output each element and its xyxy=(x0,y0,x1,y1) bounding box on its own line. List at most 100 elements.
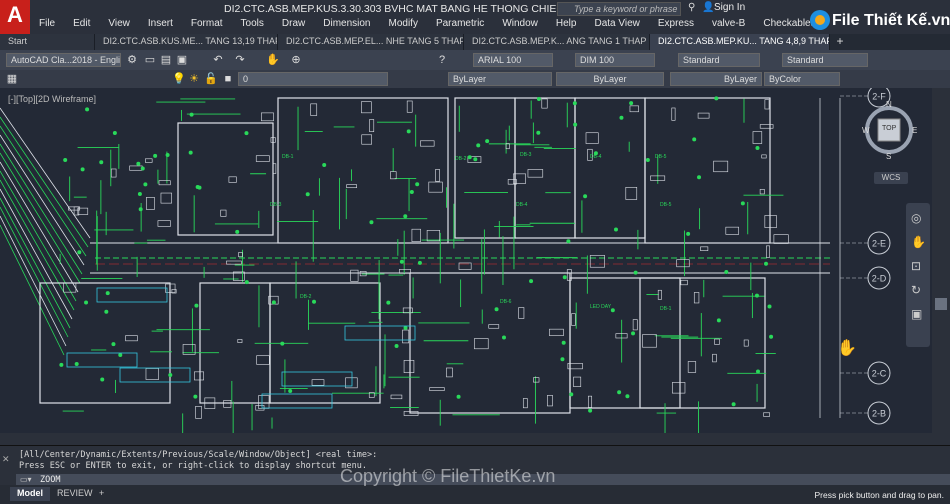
diagonal-wall-line xyxy=(0,134,85,266)
room-outline xyxy=(574,97,646,239)
new-tab-button[interactable]: + xyxy=(830,34,850,50)
lock-icon[interactable]: 🔓 xyxy=(204,73,218,85)
fixture-symbol xyxy=(258,395,270,409)
showmotion-icon[interactable]: ▣ xyxy=(911,307,922,321)
menu-item-file[interactable]: File xyxy=(30,17,64,32)
tab-start[interactable]: Start xyxy=(0,34,95,50)
lightbulb-icon[interactable]: 💡 xyxy=(172,73,186,85)
fixture-symbol xyxy=(566,269,572,281)
fixture-symbol xyxy=(160,192,172,204)
pan-nav-icon[interactable]: ✋ xyxy=(911,235,926,249)
zoom-extents-icon[interactable]: ⊡ xyxy=(911,259,921,273)
viewcube-top-label[interactable]: TOP xyxy=(882,125,896,132)
linetype-dropdown[interactable]: ByLayer xyxy=(556,72,664,86)
fixture-symbol xyxy=(629,105,639,113)
light-fixture xyxy=(562,275,567,280)
fixture-symbol xyxy=(403,360,415,374)
light-fixture xyxy=(153,153,158,158)
sun-icon[interactable]: ☀ xyxy=(188,73,200,85)
grid-bubble-label: 2-B xyxy=(872,409,886,419)
menu-item-express[interactable]: Express xyxy=(649,17,703,32)
drawing-svg[interactable]: 2-F2-E2-D2-C2-BDB-1 DB-2DB-3 DB-4 DB-5DB-6L… xyxy=(0,88,950,445)
save-icon[interactable]: ▣ xyxy=(176,54,188,66)
viewcube[interactable]: TOP N S W E xyxy=(860,100,920,170)
light-fixture xyxy=(188,150,193,155)
light-fixture xyxy=(619,115,624,120)
undo-icon[interactable]: ↶ xyxy=(212,54,224,66)
menu-item-view[interactable]: View xyxy=(99,17,139,32)
drawing-canvas[interactable]: 2-F 2-E 2-D 2-C 2-B DB-1 DB-2 DB-3 DB-4 DB-5 DB-6 L… xyxy=(0,88,950,445)
vertical-scrollbar[interactable] xyxy=(932,88,950,445)
fixture-symbol xyxy=(411,228,421,242)
annotation-box xyxy=(281,371,353,387)
tab-document-active[interactable]: DI2.CTC.ASB.MEP.KU... TANG 4,8,9 THAP 2 xyxy=(650,34,830,50)
open-file-icon[interactable]: ▤ xyxy=(160,54,172,66)
dim-style-dropdown[interactable]: DIM 100 xyxy=(575,53,655,67)
room-label: DB-5 xyxy=(655,154,667,160)
new-file-icon[interactable]: ▭ xyxy=(144,54,156,66)
menu-item-format[interactable]: Format xyxy=(182,17,232,32)
menu-item-edit[interactable]: Edit xyxy=(64,17,99,32)
vertical-scroll-thumb[interactable] xyxy=(935,298,947,310)
search-input[interactable]: Type a keyword or phrase xyxy=(557,2,681,16)
workspace-dropdown[interactable]: AutoCAD Cla...2018 - English xyxy=(6,53,121,67)
menu-item-valve-b[interactable]: valve-B xyxy=(703,17,754,32)
tab-document-1[interactable]: DI2.CTC.ASB.KUS.ME... TANG 13,19 THAP 2* xyxy=(95,34,278,50)
watermark: Copyright © FileThietKe.vn xyxy=(340,466,556,486)
layer-dropdown[interactable]: 0 xyxy=(238,72,388,86)
binoculars-icon[interactable]: ⚲ xyxy=(688,2,695,13)
light-fixture xyxy=(610,308,615,313)
autocad-logo-icon[interactable]: A xyxy=(0,0,30,34)
orbit-icon[interactable]: ↻ xyxy=(911,283,921,297)
menu-item-insert[interactable]: Insert xyxy=(139,17,182,32)
wcs-dropdown[interactable]: WCS xyxy=(874,172,908,184)
light-fixture xyxy=(613,227,618,232)
fixture-symbol xyxy=(129,165,143,171)
tab-model[interactable]: Model xyxy=(10,487,50,501)
color-dropdown[interactable]: ByLayer xyxy=(448,72,552,86)
pan-icon[interactable]: ✋ xyxy=(266,54,280,66)
menu-item-data-view[interactable]: Data View xyxy=(585,17,648,32)
light-fixture xyxy=(100,377,105,382)
fixture-symbol xyxy=(533,377,540,383)
tab-document-3[interactable]: DI2.CTC.ASB.MEP.K... ANG TANG 1 THAP 2* xyxy=(464,34,650,50)
color-swatch-icon[interactable]: ■ xyxy=(222,73,234,85)
fixture-symbol xyxy=(158,180,171,186)
steering-wheel-icon[interactable]: ◎ xyxy=(911,211,921,225)
room-label: LED DAY xyxy=(590,304,612,310)
fixture-symbol xyxy=(725,226,740,235)
menu-item-dimension[interactable]: Dimension xyxy=(314,17,379,32)
menu-item-modify[interactable]: Modify xyxy=(380,17,427,32)
menu-item-window[interactable]: Window xyxy=(493,17,547,32)
close-command-icon[interactable]: ✕ xyxy=(2,454,10,465)
sign-in-button[interactable]: Sign In xyxy=(714,2,745,13)
light-fixture xyxy=(168,372,173,377)
redo-icon[interactable]: ↷ xyxy=(234,54,246,66)
table-style-dropdown[interactable]: Standard xyxy=(678,53,760,67)
menu-item-parametric[interactable]: Parametric xyxy=(427,17,493,32)
help-icon[interactable]: ? xyxy=(436,54,448,66)
gear-icon[interactable]: ⚙ xyxy=(126,54,138,66)
viewport-controls[interactable]: [-][Top][2D Wireframe] xyxy=(8,94,96,104)
lineweight-dropdown[interactable]: ByLayer xyxy=(670,72,762,86)
light-fixture xyxy=(193,394,198,399)
room-outline xyxy=(514,97,576,239)
zoom-icon[interactable]: ⊕ xyxy=(290,54,302,66)
plotstyle-dropdown[interactable]: ByColor xyxy=(764,72,840,86)
fixture-symbol xyxy=(390,171,397,180)
fixture-symbol xyxy=(632,319,638,331)
horizontal-scrollbar[interactable] xyxy=(0,433,932,445)
layer-properties-icon[interactable]: ▦ xyxy=(6,73,18,85)
menu-item-help[interactable]: Help xyxy=(547,17,586,32)
light-fixture xyxy=(235,229,240,234)
fixture-symbol xyxy=(406,100,413,113)
menu-item-draw[interactable]: Draw xyxy=(273,17,314,32)
multileader-style-dropdown[interactable]: Standard xyxy=(782,53,868,67)
text-style-dropdown[interactable]: ARIAL 100 xyxy=(473,53,553,67)
light-fixture xyxy=(692,137,697,142)
menu-item-tools[interactable]: Tools xyxy=(232,17,273,32)
light-fixture xyxy=(485,139,490,144)
tab-document-2[interactable]: DI2.CTC.ASB.MEP.EL... NHE TANG 5 THAP 2* xyxy=(278,34,464,50)
add-layout-button[interactable]: + xyxy=(92,487,111,501)
room-outline xyxy=(639,277,766,409)
